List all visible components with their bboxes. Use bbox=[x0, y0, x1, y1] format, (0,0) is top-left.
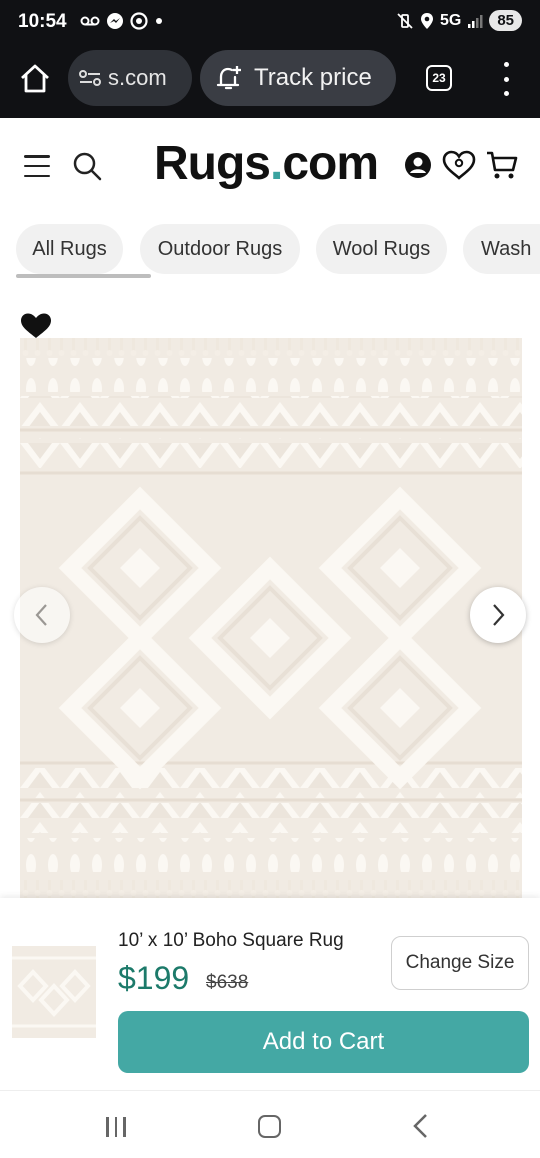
category-chips: All Rugs Outdoor Rugs Wool Rugs Wash bbox=[0, 222, 540, 282]
network-type: 5G bbox=[439, 11, 462, 29]
messenger-icon bbox=[107, 13, 123, 29]
bell-plus-icon bbox=[216, 66, 241, 90]
home-icon[interactable] bbox=[18, 62, 52, 96]
site-logo[interactable]: Rugs.com bbox=[154, 136, 379, 191]
dot-icon bbox=[156, 18, 162, 24]
more-menu-icon[interactable] bbox=[496, 62, 516, 96]
add-to-cart-button[interactable]: Add to Cart bbox=[118, 1011, 529, 1073]
mute-vibrate-icon bbox=[397, 12, 413, 29]
url-text: s.com bbox=[108, 65, 167, 90]
home-nav-icon[interactable] bbox=[258, 1115, 281, 1138]
product-title: 10’ x 10’ Boho Square Rug bbox=[118, 930, 344, 951]
chip-wool-rugs[interactable]: Wool Rugs bbox=[316, 224, 447, 274]
signal-icon bbox=[468, 14, 483, 28]
account-icon[interactable] bbox=[404, 151, 432, 179]
product-image[interactable] bbox=[20, 338, 522, 898]
sticky-purchase-bar: 10’ x 10’ Boho Square Rug $199 $638 Chan… bbox=[0, 898, 540, 1090]
favorite-heart-icon[interactable] bbox=[20, 312, 52, 340]
back-icon[interactable] bbox=[410, 1113, 430, 1139]
wishlist-heart-icon[interactable] bbox=[442, 150, 476, 180]
hamburger-menu-icon[interactable] bbox=[24, 155, 50, 177]
cart-icon[interactable] bbox=[486, 150, 518, 180]
recent-apps-icon[interactable] bbox=[106, 1117, 126, 1137]
header-actions bbox=[404, 150, 518, 180]
browser-toolbar: s.com Track price 23 bbox=[0, 44, 540, 118]
location-icon bbox=[420, 12, 433, 29]
tab-switcher-button[interactable]: 23 bbox=[426, 65, 452, 91]
status-bar: 10:54 5G 85 bbox=[0, 0, 540, 44]
product-thumbnail bbox=[12, 946, 96, 1038]
original-price: $638 bbox=[206, 972, 249, 993]
chip-active-indicator bbox=[16, 274, 151, 278]
site-settings-icon[interactable] bbox=[78, 68, 102, 88]
product-price: $199 bbox=[118, 960, 190, 996]
status-right: 5G 85 bbox=[396, 10, 522, 31]
voicemail-icon bbox=[80, 16, 100, 26]
track-price-label: Track price bbox=[254, 64, 372, 91]
system-nav-bar bbox=[0, 1090, 540, 1158]
chevron-right-icon bbox=[493, 604, 505, 626]
url-bar[interactable]: s.com bbox=[68, 50, 192, 106]
change-size-button[interactable]: Change Size bbox=[391, 936, 529, 990]
battery-indicator: 85 bbox=[489, 10, 522, 31]
notification-icons bbox=[80, 12, 164, 30]
track-price-button[interactable]: Track price bbox=[200, 50, 396, 106]
site-header: Rugs.com bbox=[0, 118, 540, 216]
circle-notification-icon bbox=[130, 12, 148, 30]
chip-all-rugs[interactable]: All Rugs bbox=[16, 224, 123, 274]
chip-outdoor-rugs[interactable]: Outdoor Rugs bbox=[140, 224, 300, 274]
chip-washable-rugs[interactable]: Wash bbox=[463, 224, 540, 274]
search-icon[interactable] bbox=[72, 151, 102, 181]
carousel-next-button[interactable] bbox=[470, 587, 526, 643]
chevron-left-icon bbox=[35, 604, 47, 626]
carousel-prev-button[interactable] bbox=[14, 587, 70, 643]
status-time: 10:54 bbox=[18, 11, 67, 32]
